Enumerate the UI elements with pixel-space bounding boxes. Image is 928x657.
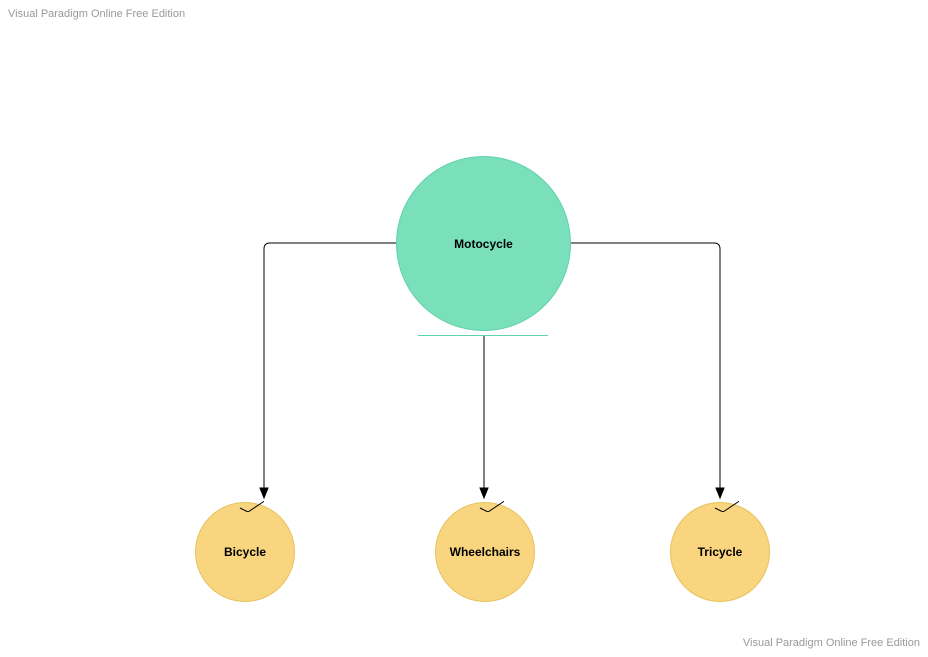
node-motocycle[interactable]: Motocycle	[396, 156, 571, 331]
arrowhead-right	[716, 488, 724, 498]
node-bicycle[interactable]: Bicycle	[195, 502, 295, 602]
connector-left	[264, 243, 396, 490]
arrowhead-middle	[480, 488, 488, 498]
node-bicycle-label: Bicycle	[224, 545, 266, 559]
connector-right	[571, 243, 720, 490]
node-tricycle-label: Tricycle	[698, 545, 743, 559]
diagram-canvas: Motocycle Bicycle Wheelchairs Tricycle	[0, 0, 928, 657]
node-wheelchairs-label: Wheelchairs	[450, 545, 521, 559]
arrowhead-left	[260, 488, 268, 498]
node-motocycle-label: Motocycle	[454, 237, 513, 251]
node-tricycle[interactable]: Tricycle	[670, 502, 770, 602]
motocycle-underline	[418, 335, 548, 336]
node-wheelchairs[interactable]: Wheelchairs	[435, 502, 535, 602]
